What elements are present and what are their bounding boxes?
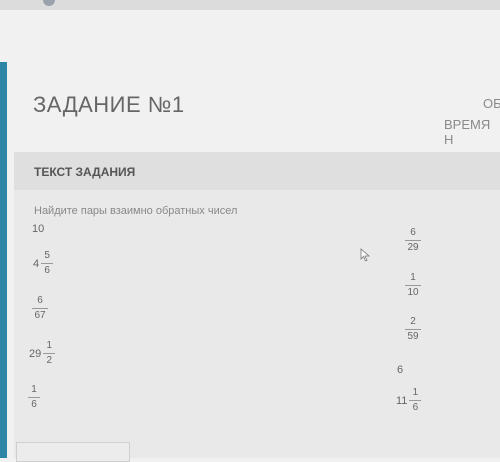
denominator: 59 [407, 331, 419, 342]
fraction-bar [405, 329, 421, 330]
task-panel-header: ТЕКСТ ЗАДАНИЯ [14, 152, 500, 190]
user-avatar-icon[interactable] [43, 0, 55, 6]
fraction: 1 2 [43, 340, 56, 367]
numerator: 5 [44, 250, 50, 261]
top-bar [0, 0, 500, 10]
right-item-1[interactable]: 6 29 [405, 227, 421, 254]
right-item-3[interactable]: 2 59 [405, 316, 421, 343]
fraction: 5 6 [41, 250, 54, 277]
task-title: ЗАДАНИЕ №1 [33, 92, 185, 117]
task-text-heading: ТЕКСТ ЗАДАНИЯ [34, 165, 136, 179]
fraction-bar [32, 308, 48, 309]
numerator: 1 [410, 272, 416, 283]
right-item-2[interactable]: 1 10 [405, 272, 421, 299]
whole-part: 4 [33, 257, 40, 270]
right-item-5[interactable]: 11 1 6 [396, 387, 422, 414]
left-item-3[interactable]: 6 67 [32, 295, 48, 322]
numerator: 1 [31, 384, 37, 395]
numerator: 6 [37, 295, 43, 306]
fraction-bar [43, 353, 56, 354]
left-item-2[interactable]: 4 5 6 [33, 250, 54, 277]
fraction-bar [405, 240, 421, 241]
denominator: 6 [412, 402, 419, 413]
left-accent-bar [0, 62, 7, 458]
fraction-bar [409, 400, 422, 401]
task-instruction: Найдите пары взаимно обратных чисел [34, 205, 238, 217]
whole-part: 11 [396, 394, 408, 407]
fraction: 1 6 [409, 387, 422, 414]
bottom-button[interactable] [16, 442, 130, 462]
denominator: 29 [407, 242, 419, 253]
left-item-4[interactable]: 29 1 2 [29, 340, 56, 367]
whole-part: 29 [29, 347, 42, 360]
numerator: 1 [46, 340, 53, 351]
denominator: 2 [46, 355, 53, 366]
mouse-cursor-icon [360, 248, 370, 262]
fraction-bar [41, 263, 54, 264]
denominator: 6 [44, 265, 50, 276]
right-header-label: ОБ [483, 96, 500, 111]
denominator: 10 [407, 287, 419, 298]
fraction-bar [405, 285, 421, 286]
right-item-4[interactable]: 6 [397, 364, 403, 376]
task-panel [14, 152, 500, 458]
denominator: 6 [31, 399, 37, 410]
fraction-bar [28, 397, 40, 398]
time-label: ВРЕМЯ Н [444, 117, 491, 147]
numerator: 6 [410, 227, 416, 238]
left-item-5[interactable]: 1 6 [28, 384, 40, 411]
numerator: 1 [412, 387, 419, 398]
denominator: 67 [34, 310, 46, 321]
left-item-1[interactable]: 10 [32, 223, 44, 235]
numerator: 2 [410, 316, 416, 327]
